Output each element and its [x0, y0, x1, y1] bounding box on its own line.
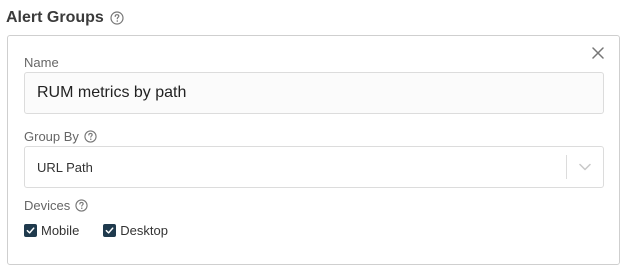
question-circle-icon[interactable] — [75, 198, 89, 213]
device-option-desktop[interactable]: Desktop — [103, 223, 168, 238]
group-by-label: Group By — [24, 129, 98, 144]
close-icon[interactable] — [592, 46, 604, 59]
name-label-text: Name — [24, 55, 59, 70]
group-by-value: URL Path — [37, 159, 93, 175]
name-label: Name — [24, 55, 59, 70]
desktop-checkbox[interactable] — [103, 224, 117, 237]
devices-label-text: Devices — [24, 198, 71, 213]
device-option-mobile[interactable]: Mobile — [24, 223, 79, 238]
chevron-down-icon[interactable] — [567, 147, 603, 187]
mobile-checkbox[interactable] — [24, 224, 37, 237]
question-circle-icon[interactable] — [110, 11, 124, 25]
group-by-select[interactable]: URL Path — [24, 146, 604, 188]
alert-group-card: Name Group By URL Path Devices — [7, 35, 620, 265]
desktop-label: Desktop — [120, 223, 168, 238]
section-header: Alert Groups — [6, 9, 124, 27]
group-by-label-text: Group By — [24, 129, 79, 144]
devices-options: Mobile Desktop — [24, 223, 168, 238]
section-title: Alert Groups — [6, 9, 104, 26]
mobile-label: Mobile — [41, 223, 80, 238]
question-circle-icon[interactable] — [84, 129, 98, 144]
devices-label: Devices — [24, 198, 89, 213]
name-input[interactable] — [24, 72, 604, 114]
